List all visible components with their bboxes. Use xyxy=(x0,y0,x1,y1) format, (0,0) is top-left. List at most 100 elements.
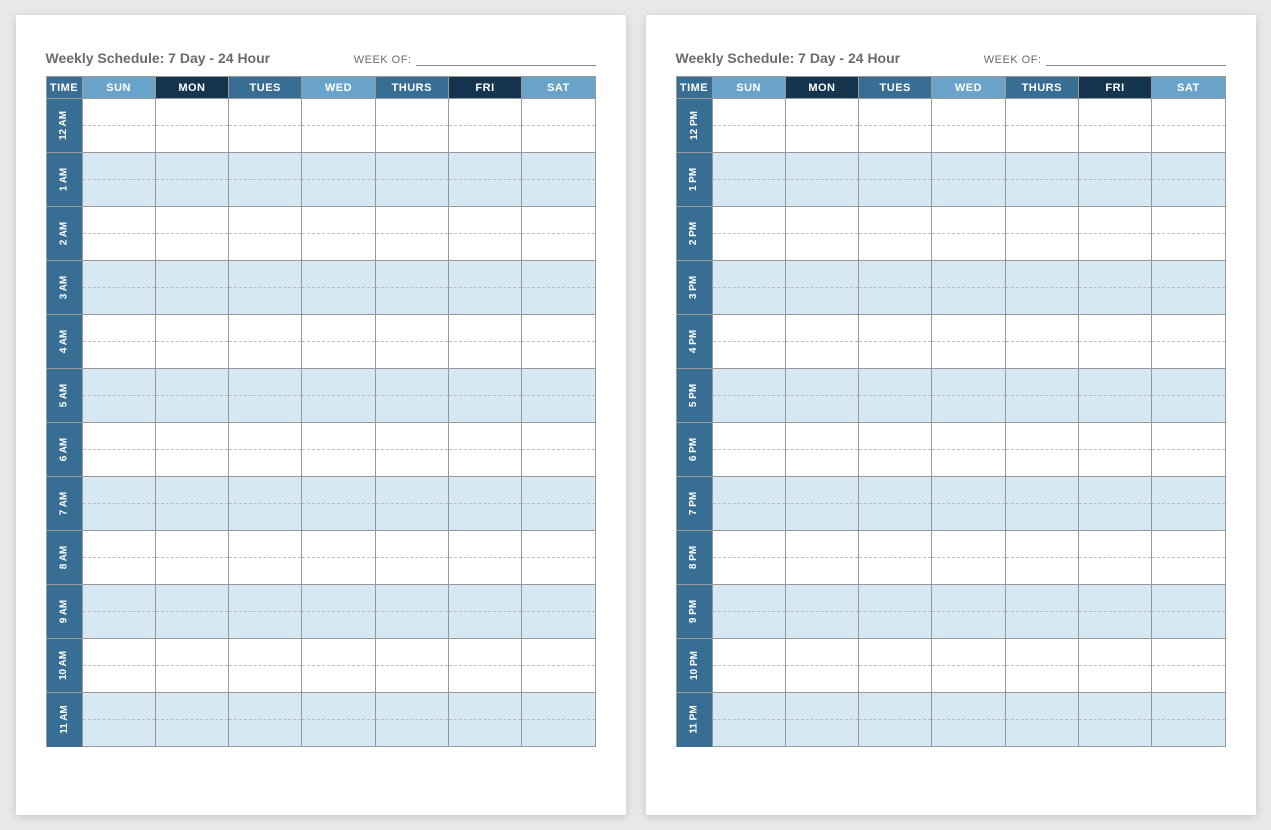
schedule-cell[interactable] xyxy=(155,612,228,639)
schedule-cell[interactable] xyxy=(859,450,932,477)
schedule-cell[interactable] xyxy=(302,261,375,288)
schedule-cell[interactable] xyxy=(932,531,1005,558)
schedule-cell[interactable] xyxy=(1078,126,1151,153)
schedule-cell[interactable] xyxy=(932,369,1005,396)
schedule-cell[interactable] xyxy=(375,315,448,342)
schedule-cell[interactable] xyxy=(522,126,595,153)
schedule-cell[interactable] xyxy=(448,342,521,369)
schedule-cell[interactable] xyxy=(1152,99,1225,126)
schedule-cell[interactable] xyxy=(1152,342,1225,369)
schedule-cell[interactable] xyxy=(375,99,448,126)
schedule-cell[interactable] xyxy=(229,261,302,288)
schedule-cell[interactable] xyxy=(1078,504,1151,531)
schedule-cell[interactable] xyxy=(522,180,595,207)
schedule-cell[interactable] xyxy=(932,693,1005,720)
schedule-cell[interactable] xyxy=(1005,504,1078,531)
schedule-cell[interactable] xyxy=(1152,639,1225,666)
schedule-cell[interactable] xyxy=(82,180,155,207)
schedule-cell[interactable] xyxy=(1078,477,1151,504)
schedule-cell[interactable] xyxy=(1005,153,1078,180)
schedule-cell[interactable] xyxy=(522,639,595,666)
schedule-cell[interactable] xyxy=(1078,585,1151,612)
schedule-cell[interactable] xyxy=(375,234,448,261)
schedule-cell[interactable] xyxy=(302,666,375,693)
schedule-cell[interactable] xyxy=(1005,558,1078,585)
schedule-cell[interactable] xyxy=(155,369,228,396)
schedule-cell[interactable] xyxy=(785,234,858,261)
schedule-cell[interactable] xyxy=(82,666,155,693)
schedule-cell[interactable] xyxy=(448,99,521,126)
schedule-cell[interactable] xyxy=(375,450,448,477)
schedule-cell[interactable] xyxy=(302,99,375,126)
schedule-cell[interactable] xyxy=(375,126,448,153)
schedule-cell[interactable] xyxy=(229,423,302,450)
schedule-cell[interactable] xyxy=(229,585,302,612)
schedule-cell[interactable] xyxy=(302,180,375,207)
schedule-cell[interactable] xyxy=(1005,315,1078,342)
schedule-cell[interactable] xyxy=(448,261,521,288)
schedule-cell[interactable] xyxy=(932,315,1005,342)
schedule-cell[interactable] xyxy=(712,261,785,288)
schedule-cell[interactable] xyxy=(302,531,375,558)
schedule-cell[interactable] xyxy=(448,693,521,720)
schedule-cell[interactable] xyxy=(1078,153,1151,180)
schedule-cell[interactable] xyxy=(712,288,785,315)
schedule-cell[interactable] xyxy=(522,423,595,450)
schedule-cell[interactable] xyxy=(155,207,228,234)
schedule-cell[interactable] xyxy=(302,369,375,396)
schedule-cell[interactable] xyxy=(1005,180,1078,207)
schedule-cell[interactable] xyxy=(302,612,375,639)
schedule-cell[interactable] xyxy=(712,639,785,666)
schedule-cell[interactable] xyxy=(712,450,785,477)
schedule-cell[interactable] xyxy=(932,423,1005,450)
schedule-cell[interactable] xyxy=(785,477,858,504)
schedule-cell[interactable] xyxy=(229,99,302,126)
schedule-cell[interactable] xyxy=(522,693,595,720)
schedule-cell[interactable] xyxy=(522,315,595,342)
schedule-cell[interactable] xyxy=(82,207,155,234)
schedule-cell[interactable] xyxy=(1005,126,1078,153)
schedule-cell[interactable] xyxy=(229,207,302,234)
schedule-cell[interactable] xyxy=(859,99,932,126)
schedule-cell[interactable] xyxy=(932,504,1005,531)
schedule-cell[interactable] xyxy=(1078,639,1151,666)
schedule-cell[interactable] xyxy=(932,720,1005,747)
schedule-cell[interactable] xyxy=(1078,450,1151,477)
schedule-cell[interactable] xyxy=(522,531,595,558)
schedule-cell[interactable] xyxy=(155,639,228,666)
schedule-cell[interactable] xyxy=(1078,180,1151,207)
schedule-cell[interactable] xyxy=(82,585,155,612)
schedule-cell[interactable] xyxy=(932,396,1005,423)
schedule-cell[interactable] xyxy=(1078,234,1151,261)
schedule-cell[interactable] xyxy=(1152,612,1225,639)
schedule-cell[interactable] xyxy=(785,720,858,747)
schedule-cell[interactable] xyxy=(229,450,302,477)
schedule-cell[interactable] xyxy=(932,261,1005,288)
schedule-cell[interactable] xyxy=(229,477,302,504)
schedule-cell[interactable] xyxy=(82,612,155,639)
schedule-cell[interactable] xyxy=(82,369,155,396)
schedule-cell[interactable] xyxy=(1078,315,1151,342)
schedule-cell[interactable] xyxy=(859,558,932,585)
schedule-cell[interactable] xyxy=(448,369,521,396)
schedule-cell[interactable] xyxy=(712,720,785,747)
schedule-cell[interactable] xyxy=(1152,180,1225,207)
schedule-cell[interactable] xyxy=(82,126,155,153)
schedule-cell[interactable] xyxy=(302,693,375,720)
schedule-cell[interactable] xyxy=(155,153,228,180)
schedule-cell[interactable] xyxy=(155,477,228,504)
schedule-cell[interactable] xyxy=(302,720,375,747)
schedule-cell[interactable] xyxy=(785,288,858,315)
schedule-cell[interactable] xyxy=(1152,693,1225,720)
schedule-cell[interactable] xyxy=(1152,423,1225,450)
schedule-cell[interactable] xyxy=(932,234,1005,261)
schedule-cell[interactable] xyxy=(859,720,932,747)
schedule-cell[interactable] xyxy=(155,531,228,558)
schedule-cell[interactable] xyxy=(375,612,448,639)
schedule-cell[interactable] xyxy=(448,531,521,558)
schedule-cell[interactable] xyxy=(375,396,448,423)
schedule-cell[interactable] xyxy=(859,180,932,207)
schedule-cell[interactable] xyxy=(82,261,155,288)
schedule-cell[interactable] xyxy=(375,180,448,207)
schedule-cell[interactable] xyxy=(302,477,375,504)
